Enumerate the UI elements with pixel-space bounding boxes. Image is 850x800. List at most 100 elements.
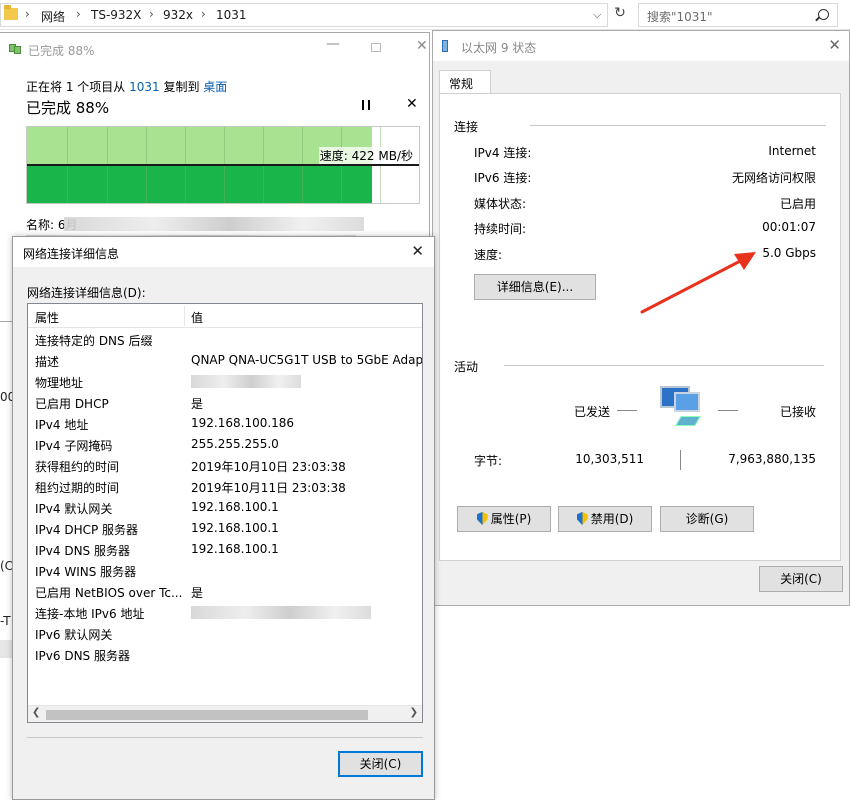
tab-general[interactable]: 常规 xyxy=(439,70,491,94)
background-fragment: -T xyxy=(0,614,11,628)
table-row[interactable]: IPv4 子网掩码 255.255.255.0 xyxy=(28,434,422,455)
close-button[interactable]: 关闭(C) xyxy=(759,566,843,592)
table-header: 属性 值 xyxy=(28,304,422,328)
value-cell: 192.168.100.1 xyxy=(191,521,279,535)
column-property[interactable]: 属性 xyxy=(35,309,59,326)
property-cell: IPv6 默认网关 xyxy=(35,628,113,642)
table-row[interactable]: IPv4 DHCP 服务器 192.168.100.1 xyxy=(28,518,422,539)
disable-button-label: 禁用(D) xyxy=(590,512,634,526)
breadcrumb-network[interactable]: 网络 xyxy=(41,8,65,25)
property-cell: 描述 xyxy=(35,355,60,369)
chevron-down-icon[interactable]: ⌵ xyxy=(593,8,601,22)
value-cell: QNAP QNA-UC5G1T USB to 5GbE Adap xyxy=(191,353,423,367)
ipv6-connectivity-value: 无网络访问权限 xyxy=(731,171,816,185)
breadcrumb-932x[interactable]: 932x xyxy=(163,8,193,22)
shield-icon xyxy=(577,512,588,525)
network-activity-icon xyxy=(656,384,712,432)
diagnose-button[interactable]: 诊断(G) xyxy=(660,506,754,532)
close-icon[interactable]: ✕ xyxy=(411,242,424,260)
media-state-label: 媒体状态: xyxy=(474,197,527,211)
minimize-button[interactable]: — xyxy=(326,36,340,52)
copy-mid: 个项目从 xyxy=(73,80,130,94)
redacted-filename xyxy=(64,217,364,231)
title-bar: 网络连接详细信息 ✕ xyxy=(13,237,434,267)
property-cell: IPv6 DNS 服务器 xyxy=(35,649,130,663)
breadcrumb-ts932x[interactable]: TS-932X xyxy=(91,8,141,22)
ipv4-connectivity-label: IPv4 连接: xyxy=(474,146,532,160)
explorer-address-bar: › 网络 › TS-932X › 932x › 1031 ⌵ ↻ 搜索"1031… xyxy=(0,0,850,30)
value-cell: 2019年10月10日 23:03:38 xyxy=(191,460,346,474)
table-row[interactable]: IPv6 默认网关 xyxy=(28,623,422,644)
copy-prefix: 正在将 xyxy=(26,80,66,94)
address-box[interactable]: › 网络 › TS-932X › 932x › 1031 ⌵ xyxy=(0,3,608,27)
property-cell: 连接特定的 DNS 后缀 xyxy=(35,334,153,348)
pause-icon[interactable] xyxy=(362,100,370,110)
copy-dest-link[interactable]: 桌面 xyxy=(203,80,227,94)
table-row[interactable]: IPv4 DNS 服务器 192.168.100.1 xyxy=(28,539,422,560)
divider xyxy=(27,737,423,738)
chevron-right-icon: › xyxy=(76,7,81,21)
table-row[interactable]: 获得租约的时间 2019年10月10日 23:03:38 xyxy=(28,455,422,476)
table-row[interactable]: IPv4 默认网关 192.168.100.1 xyxy=(28,497,422,518)
scroll-left-icon[interactable]: ❮ xyxy=(32,707,40,718)
table-row[interactable]: 已启用 DHCP 是 xyxy=(28,392,422,413)
copy-source-link[interactable]: 1031 xyxy=(129,80,160,94)
table-row[interactable]: IPv4 WINS 服务器 xyxy=(28,560,422,581)
column-value[interactable]: 值 xyxy=(191,309,203,326)
bytes-received-value: 7,963,880,135 xyxy=(728,452,816,466)
dialog-title: 网络连接详细信息 xyxy=(23,247,120,261)
table-row[interactable]: 租约过期的时间 2019年10月11日 23:03:38 xyxy=(28,476,422,497)
disable-button[interactable]: 禁用(D) xyxy=(558,506,652,532)
scrollbar-thumb[interactable] xyxy=(46,710,368,720)
cancel-icon[interactable]: ✕ xyxy=(406,96,418,112)
table-row[interactable]: IPv4 地址 192.168.100.186 xyxy=(28,413,422,434)
details-button[interactable]: 详细信息(E)... xyxy=(474,274,596,300)
speed-graph: 速度: 422 MB/秒 xyxy=(26,126,420,204)
property-cell: IPv4 地址 xyxy=(35,418,89,432)
value-cell: 192.168.100.1 xyxy=(191,542,279,556)
breadcrumb-1031[interactable]: 1031 xyxy=(216,8,247,22)
ipv4-connectivity-value: Internet xyxy=(768,144,816,158)
bytes-label: 字节: xyxy=(474,454,503,468)
horizontal-scrollbar[interactable]: ❮ ❯ xyxy=(28,705,422,722)
properties-button[interactable]: 属性(P) xyxy=(457,506,551,532)
red-arrow-annotation xyxy=(640,252,756,314)
table-row[interactable]: 已启用 NetBIOS over Tc... 是 xyxy=(28,581,422,602)
window-title: 已完成 88% xyxy=(28,44,95,58)
table-row[interactable]: 物理地址 xyxy=(28,371,422,392)
media-state-value: 已启用 xyxy=(779,197,816,211)
property-cell: IPv4 默认网关 xyxy=(35,502,113,516)
table-row[interactable]: 描述 QNAP QNA-UC5G1T USB to 5GbE Adap xyxy=(28,350,422,371)
property-cell: 租约过期的时间 xyxy=(35,481,120,495)
table-row[interactable]: IPv6 DNS 服务器 xyxy=(28,644,422,665)
value-cell: 是 xyxy=(191,586,204,600)
scroll-right-icon[interactable]: ❯ xyxy=(410,707,418,718)
duration-label: 持续时间: xyxy=(474,222,527,236)
table-row[interactable]: 连接特定的 DNS 后缀 xyxy=(28,329,422,350)
close-icon[interactable]: ✕ xyxy=(828,36,841,54)
value-cell: 2019年10月11日 23:03:38 xyxy=(191,481,346,495)
property-cell: 已启用 DHCP xyxy=(35,397,109,411)
search-placeholder: 搜索"1031" xyxy=(647,10,713,24)
close-button[interactable]: ✕ xyxy=(416,38,428,54)
property-cell: IPv4 DHCP 服务器 xyxy=(35,523,139,537)
search-icon[interactable] xyxy=(818,9,829,20)
speed-label: 速度: xyxy=(474,248,503,262)
property-cell: 物理地址 xyxy=(35,376,84,390)
maximize-button[interactable] xyxy=(371,43,381,52)
speed-line xyxy=(27,164,419,166)
search-input[interactable]: 搜索"1031" xyxy=(638,3,838,27)
chevron-right-icon: › xyxy=(149,7,154,21)
property-cell: 获得租约的时间 xyxy=(35,460,120,474)
table-row[interactable]: 连接-本地 IPv6 地址 xyxy=(28,602,422,623)
close-button[interactable]: 关闭(C) xyxy=(338,751,423,777)
folder-icon xyxy=(4,5,18,20)
bytes-sent-value: 10,303,511 xyxy=(575,452,644,466)
shield-icon xyxy=(477,512,488,525)
property-cell: IPv4 DNS 服务器 xyxy=(35,544,130,558)
chevron-right-icon: › xyxy=(201,7,206,21)
refresh-icon[interactable]: ↻ xyxy=(610,5,630,25)
value-cell: 255.255.255.0 xyxy=(191,437,279,451)
copy-description: 正在将 1 个项目从 1031 复制到 桌面 xyxy=(26,78,227,95)
details-table[interactable]: 属性 值 连接特定的 DNS 后缀 描述 QNAP QNA-UC5G1T USB … xyxy=(27,303,423,723)
